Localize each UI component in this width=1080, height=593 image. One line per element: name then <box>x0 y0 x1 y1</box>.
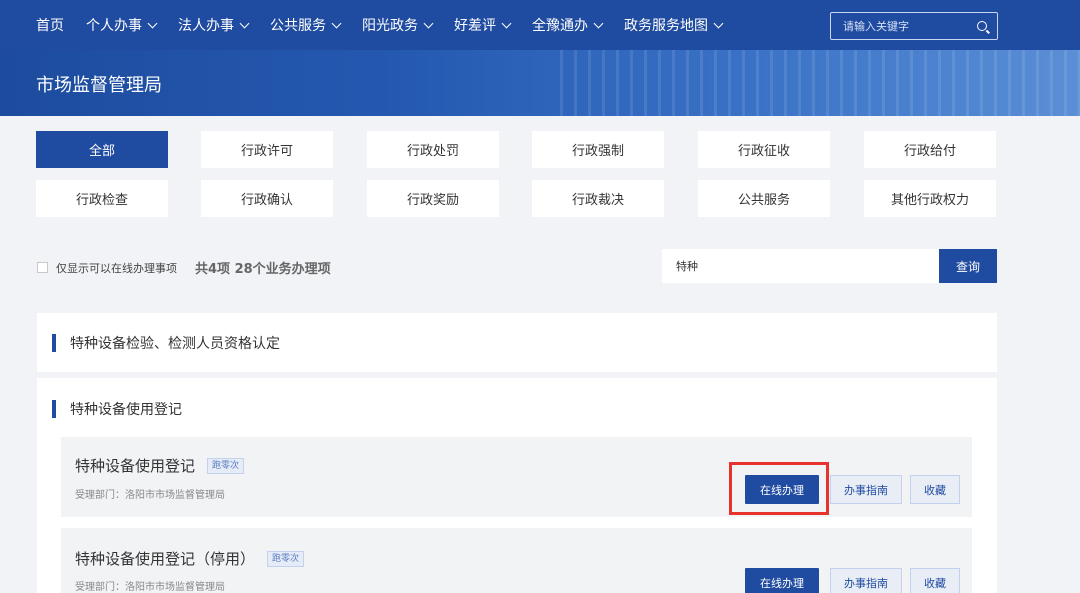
zero-trip-badge: 跑零次 <box>267 550 305 567</box>
category-administrative-inspection[interactable]: 行政检查 <box>36 180 168 217</box>
nav-item-label: 阳光政务 <box>362 18 418 34</box>
service-section[interactable]: 特种设备检验、检测人员资格认定 <box>37 313 997 372</box>
nav-item-legal-person[interactable]: 法人办事 <box>178 15 250 35</box>
section-header[interactable]: 特种设备使用登记 <box>52 399 182 419</box>
page-title: 市场监督管理局 <box>36 75 162 96</box>
item-title-row: 特种设备使用登记（停用） 跑零次 <box>75 548 305 569</box>
section-marker <box>52 334 56 352</box>
section-title: 特种设备使用登记 <box>70 402 182 418</box>
nav-item-label: 政务服务地图 <box>624 18 708 34</box>
category-public-service[interactable]: 公共服务 <box>698 180 830 217</box>
category-administrative-payment[interactable]: 行政给付 <box>864 131 996 168</box>
category-administrative-license[interactable]: 行政许可 <box>201 131 333 168</box>
online-only-label[interactable]: 仅显示可以在线办理事项 <box>56 260 177 276</box>
nav-item-label: 全豫通办 <box>532 18 588 34</box>
zero-trip-badge: 跑零次 <box>207 457 245 474</box>
category-administrative-levy[interactable]: 行政征收 <box>698 131 830 168</box>
section-marker <box>52 400 56 418</box>
chevron-down-icon <box>331 18 342 28</box>
nav-item-service-map[interactable]: 政务服务地图 <box>624 15 724 35</box>
service-item: 特种设备使用登记（停用） 跑零次 受理部门：洛阳市市场监督管理局 在线办理 办事… <box>61 528 972 593</box>
banner-decoration <box>560 50 1080 116</box>
nav-item-label: 首页 <box>36 18 64 34</box>
chevron-down-icon <box>593 18 604 28</box>
chevron-down-icon <box>713 18 724 28</box>
nav-item-rating[interactable]: 好差评 <box>454 15 512 35</box>
nav-item-province-service[interactable]: 全豫通办 <box>532 15 604 35</box>
site-search-box <box>830 12 998 40</box>
chevron-down-icon <box>501 18 512 28</box>
service-guide-button[interactable]: 办事指南 <box>830 568 902 593</box>
item-department: 受理部门：洛阳市市场监督管理局 <box>75 490 225 501</box>
nav-menu: 首页 个人办事 法人办事 公共服务 阳光政务 好差评 全豫通办 政务服务地图 <box>36 0 744 50</box>
section-title: 特种设备检验、检测人员资格认定 <box>70 336 280 352</box>
favorite-button[interactable]: 收藏 <box>910 475 960 504</box>
service-guide-button[interactable]: 办事指南 <box>830 475 902 504</box>
search-icon[interactable] <box>977 21 987 31</box>
nav-item-label: 好差评 <box>454 18 496 34</box>
query-button[interactable]: 查询 <box>939 249 997 283</box>
chevron-down-icon <box>147 18 158 28</box>
department-banner: 市场监督管理局 <box>0 50 1080 116</box>
site-search-input[interactable] <box>843 19 963 33</box>
nav-item-label: 个人办事 <box>86 18 142 34</box>
chevron-down-icon <box>423 18 434 28</box>
item-title[interactable]: 特种设备使用登记 <box>75 455 195 476</box>
nav-item-public-service[interactable]: 公共服务 <box>270 15 342 35</box>
online-apply-button[interactable]: 在线办理 <box>745 568 819 593</box>
item-title-row: 特种设备使用登记 跑零次 <box>75 455 245 476</box>
keyword-query-input[interactable] <box>662 249 939 283</box>
item-department: 受理部门：洛阳市市场监督管理局 <box>75 582 225 593</box>
nav-item-label: 公共服务 <box>270 18 326 34</box>
top-navigation-bar: 首页 个人办事 法人办事 公共服务 阳光政务 好差评 全豫通办 政务服务地图 <box>0 0 1080 50</box>
category-administrative-penalty[interactable]: 行政处罚 <box>367 131 499 168</box>
category-administrative-enforcement[interactable]: 行政强制 <box>532 131 664 168</box>
category-administrative-ruling[interactable]: 行政裁决 <box>532 180 664 217</box>
category-administrative-reward[interactable]: 行政奖励 <box>367 180 499 217</box>
nav-item-home[interactable]: 首页 <box>36 15 64 35</box>
service-item: 特种设备使用登记 跑零次 受理部门：洛阳市市场监督管理局 在线办理 办事指南 收… <box>61 437 972 517</box>
filter-row: 仅显示可以在线办理事项 共4项 28个业务办理项 <box>37 258 331 277</box>
favorite-button[interactable]: 收藏 <box>910 568 960 593</box>
result-count: 共4项 28个业务办理项 <box>195 262 331 277</box>
online-only-checkbox[interactable] <box>37 262 48 273</box>
chevron-down-icon <box>239 18 250 28</box>
category-all[interactable]: 全部 <box>36 131 168 168</box>
item-title[interactable]: 特种设备使用登记（停用） <box>75 548 255 569</box>
online-apply-button[interactable]: 在线办理 <box>745 475 819 504</box>
nav-item-personal[interactable]: 个人办事 <box>86 15 158 35</box>
category-administrative-confirmation[interactable]: 行政确认 <box>201 180 333 217</box>
nav-item-label: 法人办事 <box>178 18 234 34</box>
nav-item-sunshine-affairs[interactable]: 阳光政务 <box>362 15 434 35</box>
category-other-powers[interactable]: 其他行政权力 <box>864 180 996 217</box>
section-header: 特种设备检验、检测人员资格认定 <box>52 333 280 353</box>
